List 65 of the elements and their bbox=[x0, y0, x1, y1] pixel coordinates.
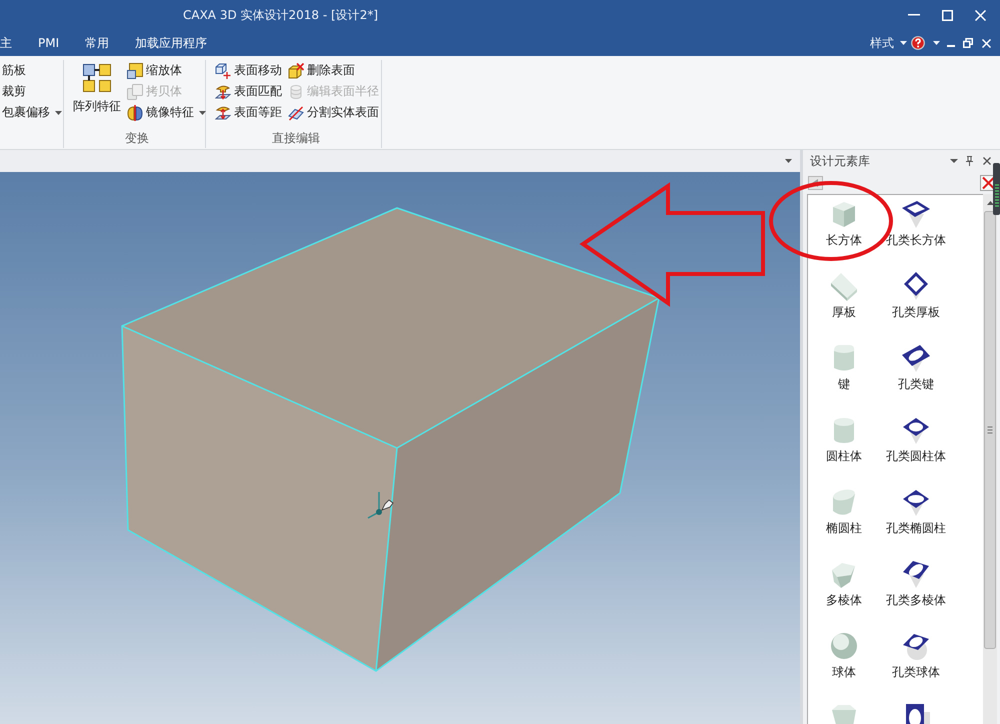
library-item[interactable]: 长方体 bbox=[826, 198, 862, 247]
mirror-icon bbox=[127, 104, 143, 120]
sphere-icon bbox=[828, 630, 860, 662]
face-offset-icon bbox=[215, 104, 231, 120]
ribbon-button[interactable]: 筋板 bbox=[0, 60, 28, 80]
split-plane-icon bbox=[288, 104, 304, 120]
library-item[interactable]: 球体 bbox=[828, 630, 860, 679]
slab-icon bbox=[828, 270, 860, 302]
caret-icon bbox=[199, 110, 206, 114]
ribbon-button[interactable]: 表面匹配 bbox=[213, 82, 284, 102]
library-item[interactable]: 厚板 bbox=[828, 270, 860, 319]
library-item[interactable]: 孔类椭圆柱 bbox=[886, 486, 946, 535]
menu-tab[interactable]: PMI bbox=[25, 30, 72, 56]
library-item[interactable]: 圆柱体 bbox=[826, 414, 862, 463]
group-label: 直接编辑 bbox=[271, 130, 321, 147]
maximize-icon[interactable] bbox=[942, 10, 953, 20]
copy-shapes-icon bbox=[127, 84, 143, 100]
pushpin-cursor-icon bbox=[368, 492, 394, 519]
ribbon-button[interactable]: 删除表面 bbox=[286, 60, 357, 80]
pin-icon[interactable] bbox=[966, 156, 973, 166]
close-icon[interactable] bbox=[983, 157, 991, 165]
cylinder-icon bbox=[288, 84, 304, 100]
grid-squares-icon bbox=[81, 62, 113, 94]
caret-icon[interactable] bbox=[785, 159, 792, 163]
scrollbar-thumb[interactable] bbox=[984, 211, 996, 649]
ribbon-button[interactable]: 缩放体 bbox=[125, 60, 184, 80]
3d-viewport[interactable] bbox=[0, 172, 800, 724]
ribbon-button[interactable]: 阵列特征 bbox=[71, 60, 123, 115]
ribbon-button[interactable]: 表面等距 bbox=[213, 102, 284, 122]
cube-move-icon bbox=[215, 62, 231, 78]
polygon-hole-icon bbox=[900, 558, 932, 590]
help-icon[interactable] bbox=[911, 36, 925, 50]
window-title: CAXA 3D 实体设计2018 - [设计2*] bbox=[183, 6, 378, 24]
ribbon-button[interactable]: 表面移动 bbox=[213, 60, 284, 80]
library-item[interactable]: 孔类多棱体 bbox=[886, 558, 946, 607]
slot-hole-icon bbox=[900, 342, 932, 374]
library-item[interactable]: 孔类球体 bbox=[892, 630, 940, 679]
caret-icon bbox=[55, 110, 62, 114]
library-item[interactable]: 椭圆柱 bbox=[826, 486, 862, 535]
menu-tab[interactable]: 加载应用程序 bbox=[122, 30, 220, 56]
face-match-icon bbox=[215, 84, 231, 100]
ribbon-button[interactable]: 分割实体表面 bbox=[286, 102, 381, 122]
library-item[interactable]: 键 bbox=[828, 342, 860, 391]
panel-title: 设计元素库 bbox=[810, 152, 870, 170]
library-item[interactable]: 多棱体 bbox=[826, 558, 862, 607]
square-hole-icon bbox=[900, 198, 932, 230]
caret-icon[interactable] bbox=[933, 41, 940, 45]
scroll-up-icon[interactable] bbox=[986, 201, 994, 205]
meter-widget-icon bbox=[993, 163, 1000, 215]
library-item[interactable]: 孔类键 bbox=[898, 342, 934, 391]
ribbon-button[interactable]: 镜像特征 bbox=[125, 102, 208, 122]
ribbon-button[interactable]: 包裹偏移 bbox=[0, 102, 64, 122]
caret-icon bbox=[900, 41, 907, 45]
group-label: 变换 bbox=[124, 130, 150, 147]
menu-tab[interactable]: 常用 bbox=[72, 30, 122, 56]
ribbon-button[interactable]: 裁剪 bbox=[0, 82, 28, 102]
library-item[interactable]: 孔类厚板 bbox=[892, 270, 940, 319]
scale-box-icon bbox=[127, 62, 143, 78]
minimize-icon[interactable] bbox=[908, 14, 920, 16]
library-item[interactable]: 孔类圆柱体 bbox=[886, 414, 946, 463]
delete-cube-icon bbox=[288, 62, 304, 78]
restore-icon[interactable] bbox=[963, 38, 973, 48]
style-menu[interactable]: 样式 bbox=[870, 34, 907, 52]
menu-tab[interactable]: 主 bbox=[0, 30, 25, 56]
caret-icon[interactable] bbox=[950, 159, 958, 163]
